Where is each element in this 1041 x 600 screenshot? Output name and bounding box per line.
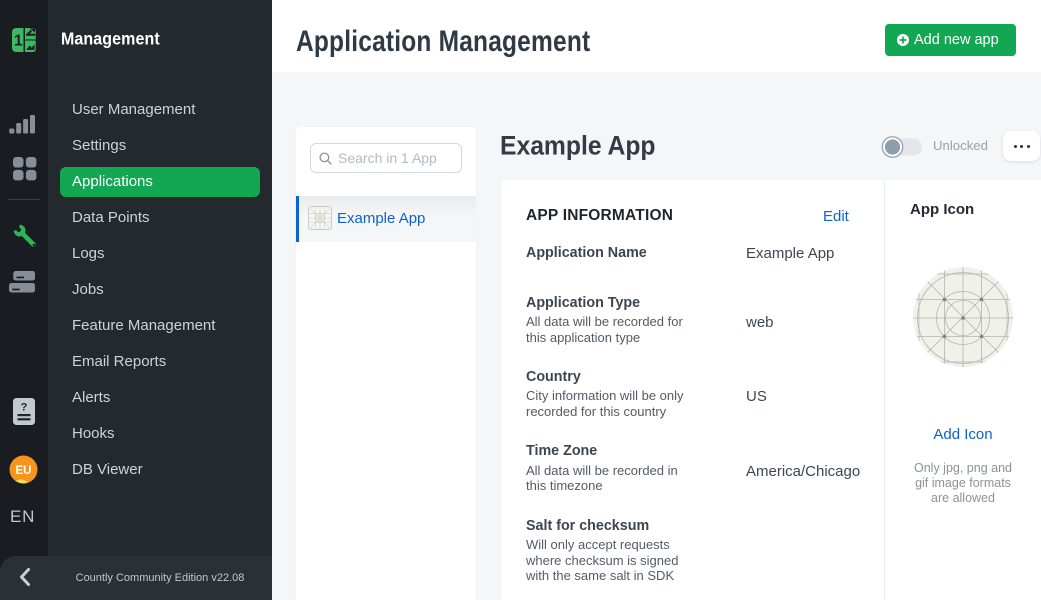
svg-text:1: 1 xyxy=(14,33,23,50)
svg-text:EU: EU xyxy=(16,465,32,477)
svg-text:?: ? xyxy=(21,402,28,414)
